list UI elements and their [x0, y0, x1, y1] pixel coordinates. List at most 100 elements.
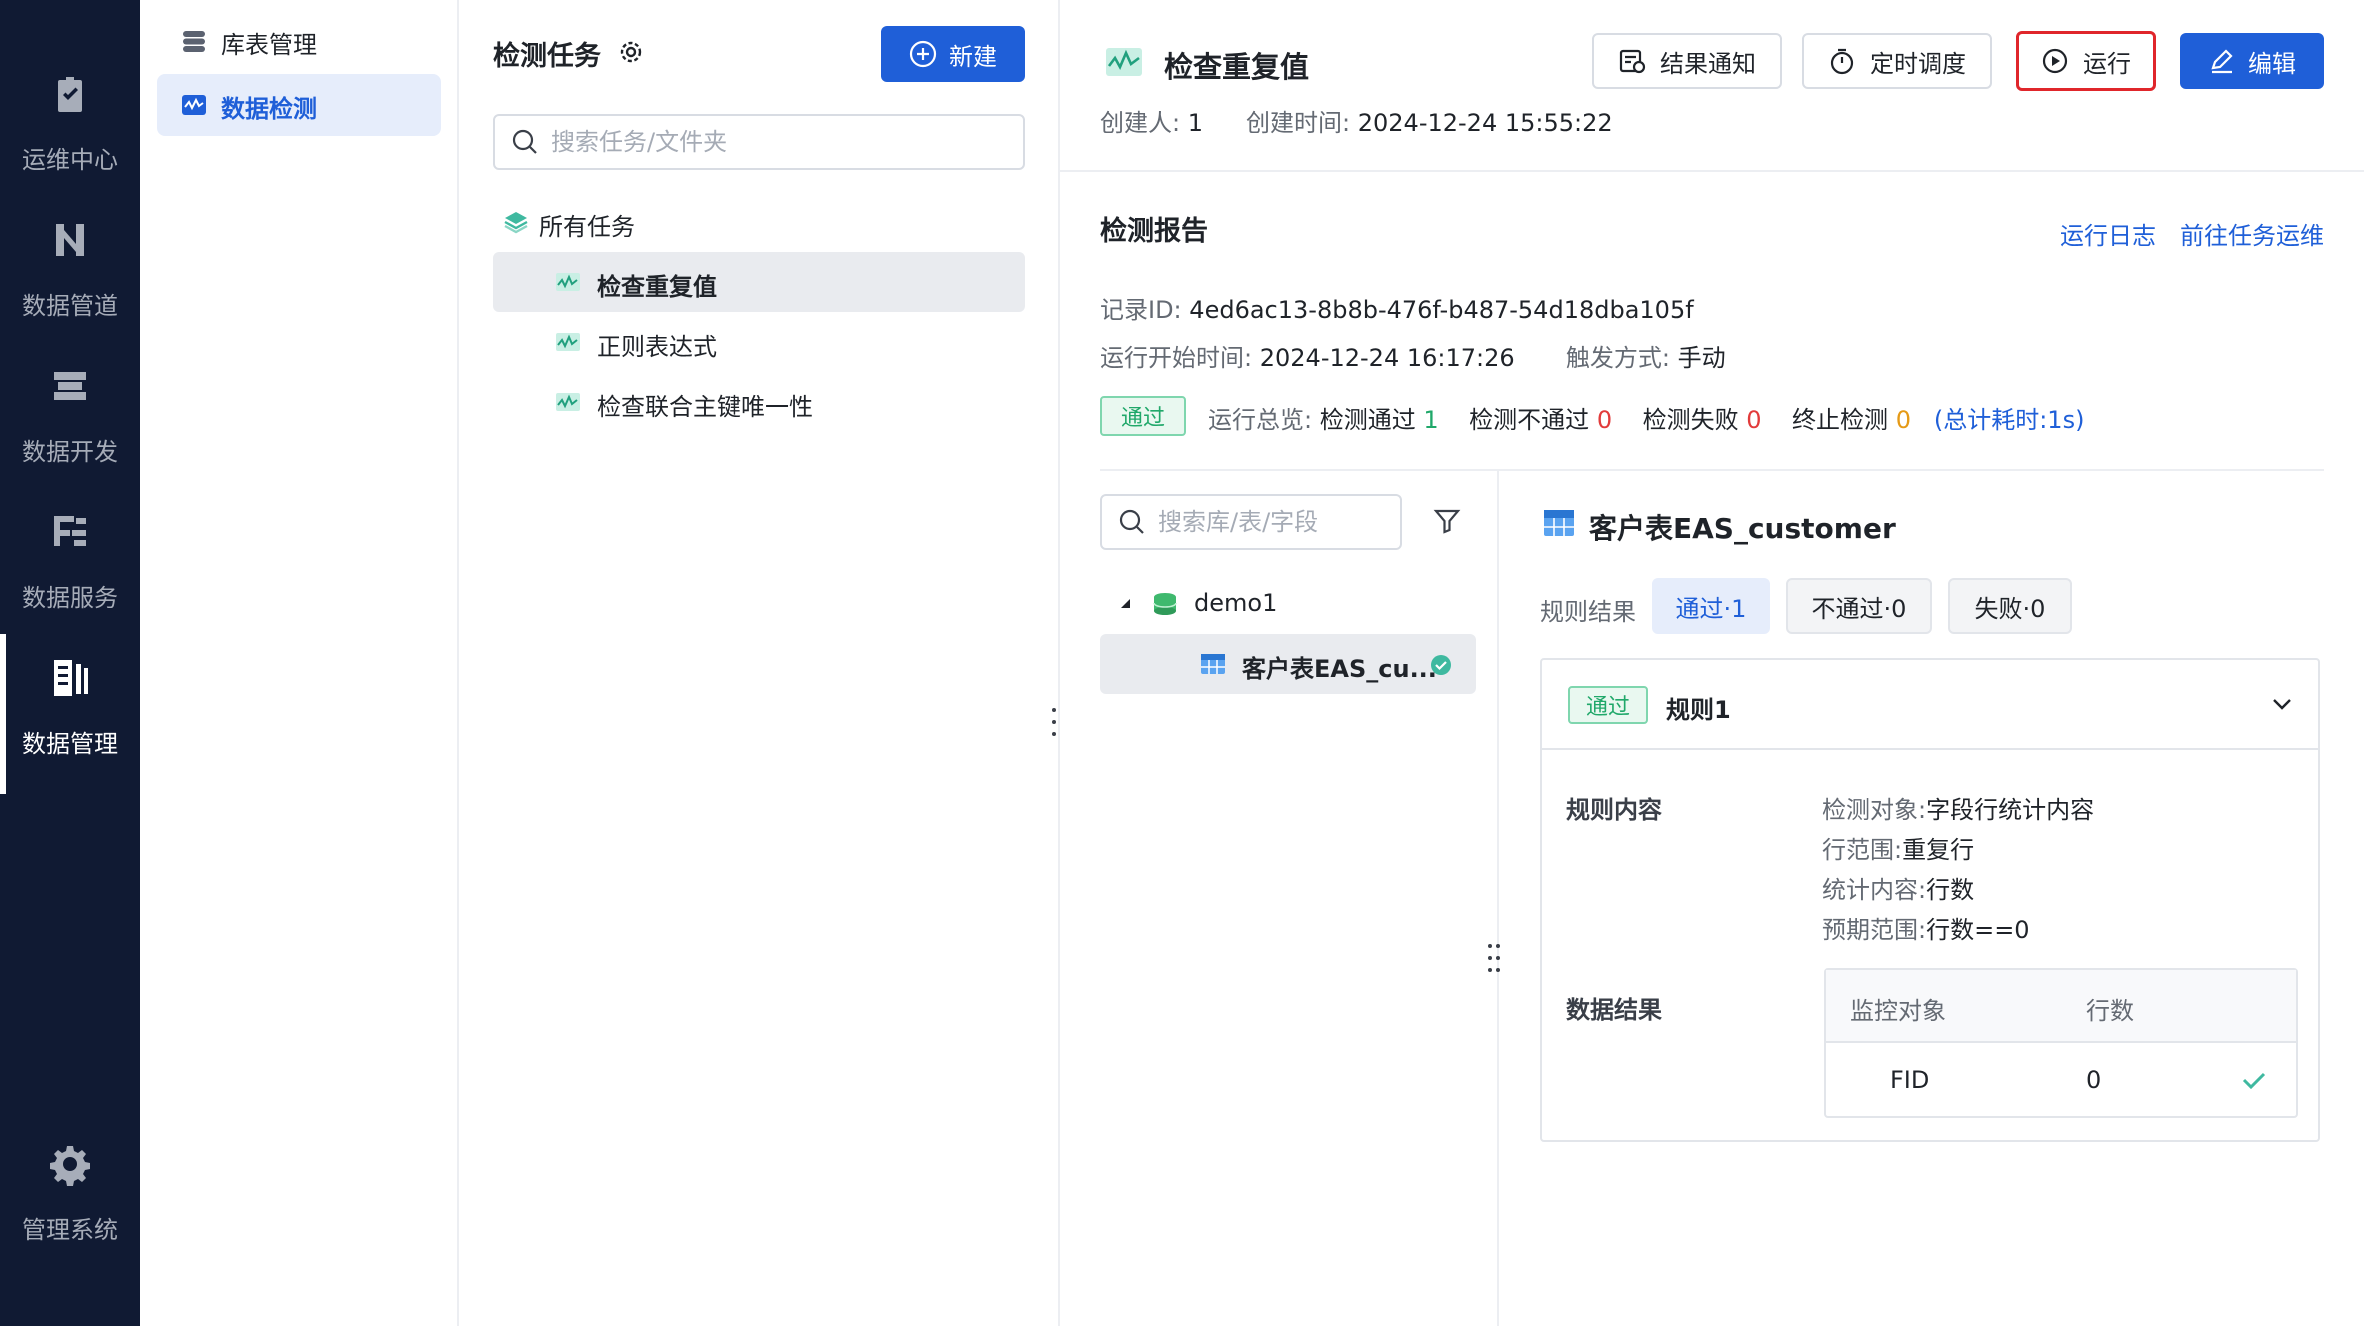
- tree-root-label: 所有任务: [539, 213, 635, 241]
- tree-item-label: 检查重复值: [597, 273, 717, 301]
- error-count: 0: [1746, 406, 1762, 434]
- creator-value: 1: [1187, 109, 1204, 137]
- chip-failed[interactable]: 不通过·0: [1786, 578, 1932, 634]
- rule-key: 统计内容:: [1822, 876, 1927, 904]
- rule-content-label: 规则内容: [1566, 796, 1662, 824]
- rail-item-data-management[interactable]: 数据管理: [0, 634, 140, 794]
- rail-item-ops-center[interactable]: 运维中心: [0, 50, 140, 210]
- rule-value: 行数==0: [1926, 916, 2030, 944]
- plus-circle-icon: [909, 40, 937, 68]
- trigger-label: 触发方式:: [1565, 344, 1671, 372]
- tree-item-task[interactable]: 正则表达式: [493, 312, 1025, 372]
- task-search-input[interactable]: [551, 116, 1013, 168]
- result-notify-button[interactable]: 结果通知: [1592, 33, 1782, 89]
- monitor-wave-icon: [182, 95, 206, 115]
- caret-down-icon: [1121, 599, 1130, 608]
- layers-icon: [504, 212, 528, 234]
- service-icon: [48, 510, 92, 554]
- start-time-value: 2024-12-24 16:17:26: [1259, 344, 1515, 372]
- schedule-button[interactable]: 定时调度: [1802, 33, 1992, 89]
- db-label: demo1: [1194, 589, 1278, 617]
- report-title: 检测报告: [1100, 216, 1208, 247]
- rail-item-data-service[interactable]: 数据服务: [0, 488, 140, 648]
- rail-label: 管理系统: [22, 1216, 118, 1244]
- rule-key: 预期范围:: [1822, 916, 1927, 944]
- start-time-line: 运行开始时间: 2024-12-24 16:17:26 触发方式: 手动: [1100, 338, 1726, 373]
- database-green-icon: [1153, 593, 1177, 615]
- filter-icon[interactable]: [1432, 506, 1462, 536]
- task-chart-icon: [556, 393, 580, 411]
- edit-button[interactable]: 编辑: [2180, 33, 2324, 89]
- tree-root-all-tasks[interactable]: 所有任务: [493, 192, 1025, 252]
- total-time: (总计耗时:1s): [1933, 406, 2085, 434]
- tree-db-node[interactable]: demo1: [1100, 574, 1476, 634]
- stopped-count: 0: [1895, 406, 1911, 434]
- stopped-label: 终止检测: [1792, 406, 1889, 434]
- rule-key: 检测对象:: [1822, 796, 1927, 824]
- subnav-item-table-management[interactable]: 库表管理: [157, 10, 441, 72]
- task-chart-icon: [556, 333, 580, 351]
- rule-value: 字段行统计内容: [1926, 796, 2095, 824]
- chip-passed[interactable]: 通过·1: [1652, 578, 1770, 634]
- main-nav-rail: 运维中心 数据管道 数据开发 数据服务 数据管理 管理系统: [0, 0, 140, 1326]
- rail-item-data-pipeline[interactable]: 数据管道: [0, 196, 140, 356]
- column-header: 监控对象: [1850, 997, 1946, 1025]
- trigger-value: 手动: [1677, 344, 1726, 372]
- column-header: 行数: [2086, 997, 2134, 1025]
- clipboard-check-icon: [48, 72, 92, 116]
- table-label: 客户表EAS_cu...: [1242, 655, 1437, 683]
- rule-line: 检测对象:字段行统计内容: [1822, 790, 2094, 825]
- cell-count: 0: [2086, 1066, 2102, 1094]
- chip-error[interactable]: 失败·0: [1948, 578, 2072, 634]
- rule-line: 统计内容:行数: [1822, 870, 1974, 905]
- tree-item-task[interactable]: 检查重复值: [493, 252, 1025, 312]
- rule-card-header[interactable]: 通过 规则1: [1542, 660, 2318, 750]
- new-task-label: 新建: [949, 42, 997, 71]
- data-result-table: 监控对象 行数 FID 0: [1824, 968, 2298, 1118]
- task-search-box[interactable]: [493, 114, 1025, 170]
- rail-item-data-dev[interactable]: 数据开发: [0, 342, 140, 502]
- goto-ops-link[interactable]: 前往任务运维: [2180, 216, 2324, 251]
- settings-gear-icon[interactable]: [617, 38, 645, 66]
- object-search-input[interactable]: [1158, 496, 1390, 548]
- edit-label: 编辑: [2248, 49, 2296, 78]
- rail-item-system-management[interactable]: 管理系统: [0, 1120, 140, 1280]
- creator-line: 创建人: 1: [1100, 103, 1203, 138]
- task-chart-icon: [556, 273, 580, 291]
- tree-table-node[interactable]: 客户表EAS_cu...: [1100, 634, 1476, 694]
- edit-pencil-icon: [2211, 49, 2233, 74]
- secondary-nav: 库表管理 数据检测: [140, 0, 459, 1326]
- object-search-box[interactable]: [1100, 494, 1402, 550]
- run-log-link[interactable]: 运行日志: [2060, 216, 2156, 251]
- start-label: 运行开始时间:: [1100, 344, 1253, 372]
- rule-value: 行数: [1926, 876, 1975, 904]
- data-result-label: 数据结果: [1566, 996, 1662, 1024]
- split-divider: [1497, 471, 1499, 1326]
- chevron-down-icon[interactable]: [2268, 690, 2296, 718]
- run-overview: 运行总览: 检测通过 1 检测不通过 0 检测失败 0 终止检测 0 (总计耗时…: [1208, 400, 2084, 435]
- notification-icon: [1619, 49, 1646, 74]
- task-title: 检查重复值: [1164, 50, 1310, 84]
- rule-name: 规则1: [1666, 696, 1731, 724]
- rule-value: 重复行: [1902, 836, 1975, 864]
- panel-title: 检测任务: [493, 41, 601, 72]
- stopwatch-icon: [1830, 48, 1854, 75]
- header-divider: [1060, 170, 2364, 172]
- task-chart-icon: [1106, 48, 1142, 76]
- new-task-button[interactable]: 新建: [881, 26, 1025, 82]
- split-resize-handle[interactable]: [1488, 944, 1502, 974]
- check-circle-icon: [1431, 655, 1451, 675]
- task-panel: 检测任务 新建 所有任务 检查重复值 正则表达式 检查联合主键唯一性: [459, 0, 1060, 1326]
- run-button[interactable]: 运行: [2016, 31, 2156, 91]
- tree-item-task[interactable]: 检查联合主键唯一性: [493, 372, 1025, 432]
- subnav-label: 数据检测: [221, 95, 317, 123]
- subnav-item-data-detection[interactable]: 数据检测: [157, 74, 441, 136]
- creator-label: 创建人:: [1100, 109, 1181, 137]
- gear-icon: [48, 1142, 92, 1186]
- table-icon: [1544, 510, 1574, 536]
- rail-label: 数据管道: [22, 292, 118, 320]
- notify-label: 结果通知: [1660, 49, 1756, 78]
- rule-key: 行范围:: [1822, 836, 1903, 864]
- database-icon: [183, 31, 205, 52]
- rail-label: 数据开发: [22, 438, 118, 466]
